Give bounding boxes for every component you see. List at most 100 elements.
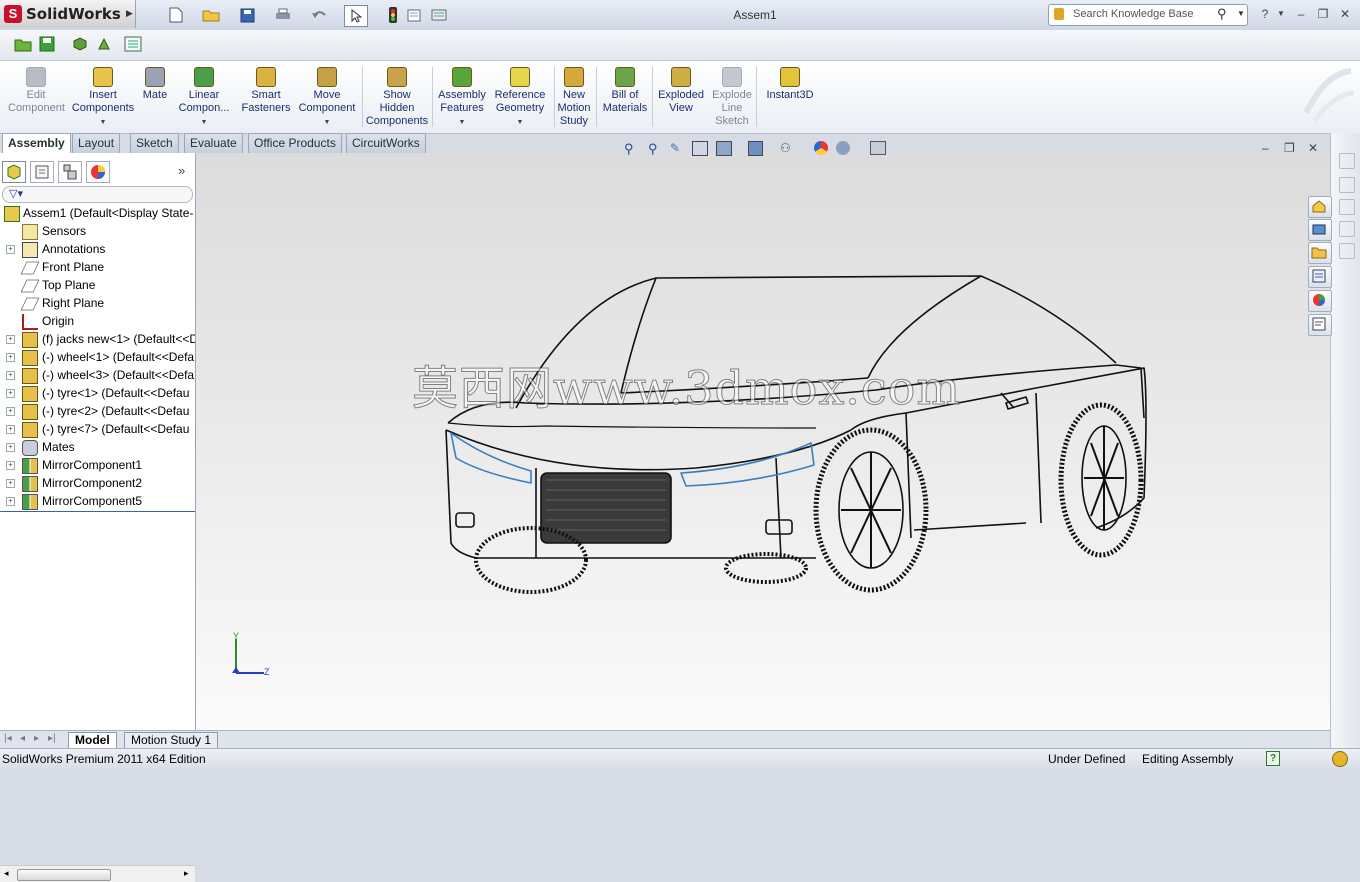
tab-model[interactable]: Model xyxy=(68,732,117,749)
tab-layout[interactable]: Layout xyxy=(72,133,121,154)
task-pane-item4-icon[interactable] xyxy=(1339,243,1355,259)
restore-window-icon[interactable]: ❐ xyxy=(1314,6,1332,22)
custom-properties-tab-icon[interactable] xyxy=(1308,314,1332,336)
print-icon[interactable] xyxy=(272,5,294,25)
reference-geometry-button[interactable]: Reference Geometry ▼ xyxy=(492,61,548,131)
expand-node-icon[interactable]: + xyxy=(6,461,15,470)
edit-component-button[interactable]: Edit Component xyxy=(8,61,65,131)
dropdown-arrow-icon[interactable]: ▼ xyxy=(296,116,358,129)
view-settings-icon[interactable] xyxy=(870,141,886,155)
tree-node[interactable]: + (-) tyre<1> (Default<<Defau xyxy=(0,384,195,402)
tree-node[interactable]: + (-) tyre<2> (Default<<Defau xyxy=(0,402,195,420)
tree-node[interactable]: Top Plane xyxy=(0,276,195,294)
previous-view-icon[interactable]: ✎ xyxy=(670,141,680,155)
tree-node[interactable]: + MirrorComponent1 xyxy=(0,456,195,474)
show-hidden-button[interactable]: Show Hidden Components xyxy=(364,61,430,131)
tab-motion-study-1[interactable]: Motion Study 1 xyxy=(124,732,219,749)
rollback-bar[interactable] xyxy=(0,511,195,512)
minimize-window-icon[interactable]: – xyxy=(1292,6,1310,22)
mate-button[interactable]: Mate xyxy=(140,61,170,131)
file-properties-icon[interactable] xyxy=(403,5,425,25)
tab-circuitworks[interactable]: CircuitWorks xyxy=(346,133,426,154)
expand-node-icon[interactable]: + xyxy=(6,353,15,362)
display-manager-tab-icon[interactable] xyxy=(86,161,110,183)
tree-root-assembly[interactable]: Assem1 (Default<Display State- xyxy=(0,204,195,222)
tab-sketch[interactable]: Sketch xyxy=(130,133,179,154)
property-manager-tab-icon[interactable] xyxy=(30,161,54,183)
graphics-minimize-icon[interactable]: – xyxy=(1262,141,1269,155)
apply-scene-icon[interactable] xyxy=(836,141,850,155)
tree-node[interactable]: + (-) wheel<3> (Default<<Defa xyxy=(0,366,195,384)
options-icon[interactable] xyxy=(428,5,450,25)
expand-node-icon[interactable]: + xyxy=(6,389,15,398)
horizontal-scrollbar[interactable]: ◂ ▸ xyxy=(0,865,195,882)
expand-node-icon[interactable]: + xyxy=(6,479,15,488)
scroll-right-icon[interactable]: ▸ xyxy=(184,868,189,879)
search-icon[interactable]: ⚲ xyxy=(1217,6,1227,22)
expand-node-icon[interactable]: + xyxy=(6,245,15,254)
zoom-to-fit-icon[interactable]: ⚲ xyxy=(624,141,634,157)
status-tag-icon[interactable] xyxy=(1332,751,1348,767)
section-view-icon[interactable] xyxy=(692,141,708,156)
dropdown-arrow-icon[interactable]: ▼ xyxy=(436,116,488,129)
search-knowledge-base[interactable]: Search Knowledge Base ⚲ ▼ xyxy=(1048,4,1248,26)
tree-node[interactable]: + MirrorComponent5 xyxy=(0,492,195,510)
linear-pattern-button[interactable]: Linear Compon... ▼ xyxy=(176,61,232,131)
task-pane-item3-icon[interactable] xyxy=(1339,221,1355,237)
expand-node-icon[interactable]: + xyxy=(6,443,15,452)
file-explorer-tab-icon[interactable] xyxy=(1308,242,1332,264)
tree-node[interactable]: + (-) tyre<7> (Default<<Defau xyxy=(0,420,195,438)
tree-node[interactable]: + Mates xyxy=(0,438,195,456)
select-pointer-icon[interactable] xyxy=(344,5,368,27)
task-pane-pin-icon[interactable] xyxy=(1339,153,1355,169)
menu-flyout-arrow-icon[interactable]: ▶ xyxy=(126,8,133,19)
tree-node[interactable]: + Annotations xyxy=(0,240,195,258)
featuremanager-tree-tab-icon[interactable] xyxy=(2,161,26,183)
tree-node[interactable]: Right Plane xyxy=(0,294,195,312)
graphics-area[interactable]: ⚲ ⚲ ✎ ⚇ – ❐ ✕ 莫西网www.3dmox.com Y Z xyxy=(196,141,1330,730)
view-orientation-icon[interactable] xyxy=(716,141,732,156)
expand-node-icon[interactable]: + xyxy=(6,425,15,434)
tree-node[interactable]: Front Plane xyxy=(0,258,195,276)
component-alt-icon[interactable] xyxy=(96,37,112,54)
appearances-scenes-tab-icon[interactable] xyxy=(1308,290,1332,312)
feature-tree-filter[interactable]: ▽▾ xyxy=(2,186,193,203)
scroll-left-icon[interactable]: ◂ xyxy=(4,868,9,879)
expand-node-icon[interactable]: + xyxy=(6,335,15,344)
move-component-button[interactable]: Move Component ▼ xyxy=(296,61,358,131)
tab-evaluate[interactable]: Evaluate xyxy=(184,133,243,154)
assembly-features-button[interactable]: Assembly Features ▼ xyxy=(436,61,488,131)
tab-scroll-first-icon[interactable]: |◂ xyxy=(4,733,12,744)
display-style-icon[interactable] xyxy=(748,141,763,156)
new-document-icon[interactable] xyxy=(165,5,187,25)
expand-node-icon[interactable]: + xyxy=(6,497,15,506)
component-icon[interactable] xyxy=(72,37,88,54)
properties-list-icon[interactable] xyxy=(124,36,142,55)
configuration-manager-tab-icon[interactable] xyxy=(58,161,82,183)
instant3d-button[interactable]: Instant3D xyxy=(762,61,818,131)
open-assembly-icon[interactable] xyxy=(14,36,32,55)
graphics-restore-icon[interactable]: ❐ xyxy=(1284,141,1295,155)
car-assembly-model[interactable] xyxy=(436,268,1156,598)
insert-components-button[interactable]: Insert Components ▼ xyxy=(70,61,136,131)
view-palette-tab-icon[interactable] xyxy=(1308,266,1332,288)
tree-node[interactable]: + (f) jacks new<1> (Default<<D xyxy=(0,330,195,348)
search-dropdown-icon[interactable]: ▼ xyxy=(1237,9,1245,18)
dropdown-arrow-icon[interactable]: ▼ xyxy=(492,116,548,129)
explode-line-button[interactable]: Explode Line Sketch xyxy=(708,61,756,131)
task-pane-item2-icon[interactable] xyxy=(1339,199,1355,215)
hide-show-items-icon[interactable]: ⚇ xyxy=(780,141,791,155)
bill-of-materials-button[interactable]: Bill of Materials xyxy=(600,61,650,131)
design-library-tab-icon[interactable] xyxy=(1308,219,1332,241)
close-window-icon[interactable]: ✕ xyxy=(1336,6,1354,22)
expand-pane-icon[interactable]: » xyxy=(178,163,185,178)
rebuild-icon[interactable] xyxy=(382,5,404,25)
save-icon[interactable] xyxy=(236,5,258,25)
smart-fasteners-button[interactable]: Smart Fasteners xyxy=(238,61,294,131)
tab-scroll-prev-icon[interactable]: ◂ xyxy=(20,733,25,744)
edit-appearance-icon[interactable] xyxy=(814,141,828,155)
graphics-close-icon[interactable]: ✕ xyxy=(1308,141,1318,155)
zoom-to-area-icon[interactable]: ⚲ xyxy=(648,141,658,157)
tab-office-products[interactable]: Office Products xyxy=(248,133,342,154)
tree-node[interactable]: + (-) wheel<1> (Default<<Defa xyxy=(0,348,195,366)
